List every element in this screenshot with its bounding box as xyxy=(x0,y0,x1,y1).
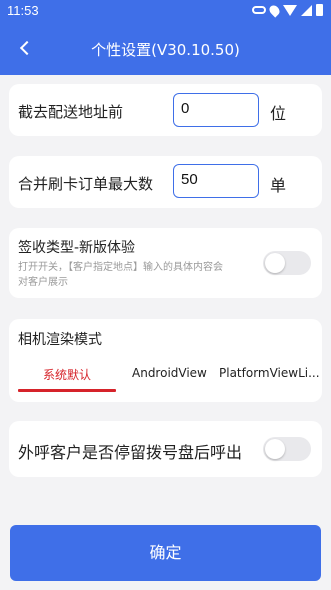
signal-icon xyxy=(301,4,312,16)
header-bar: 11:53 个性设置(V30.10.50) xyxy=(0,0,331,75)
wifi-icon xyxy=(283,4,297,16)
outbound-call-toggle[interactable] xyxy=(263,437,311,461)
battery-icon xyxy=(316,4,323,16)
confirm-button[interactable]: 确定 xyxy=(10,525,321,581)
location-icon xyxy=(267,2,282,18)
tab-platform-view[interactable]: PlatformViewLi... xyxy=(219,366,322,380)
merge-orders-unit: 单 xyxy=(270,176,287,195)
merge-orders-label: 合并刷卡订单最大数 xyxy=(18,175,154,193)
toggle-knob xyxy=(265,253,285,273)
merge-orders-card: 合并刷卡订单最大数 50 单 xyxy=(9,156,322,208)
outbound-call-card: 外呼客户是否停留拨号盘后呼出 xyxy=(9,421,322,477)
status-time: 11:53 xyxy=(7,3,39,18)
tab-android-view[interactable]: AndroidView xyxy=(132,366,207,380)
active-tab-indicator xyxy=(18,389,116,392)
page-title: 个性设置(V30.10.50) xyxy=(91,41,240,59)
camera-render-card: 相机渲染模式 系统默认 AndroidView PlatformViewLi..… xyxy=(9,319,322,402)
tab-system-default[interactable]: 系统默认 xyxy=(43,366,91,383)
status-bar: 11:53 xyxy=(0,0,331,24)
outbound-call-label: 外呼客户是否停留拨号盘后呼出 xyxy=(18,443,243,462)
key-icon xyxy=(252,6,266,14)
truncate-address-card: 截去配送地址前 0 位 xyxy=(9,84,322,136)
nav-bar: 个性设置(V30.10.50) xyxy=(0,24,331,75)
truncate-address-unit: 位 xyxy=(270,104,287,123)
sign-type-description: 打开开关，【客户指定地点】输入的具体内容会对客户展示 xyxy=(18,262,223,288)
status-icons xyxy=(252,2,323,18)
truncate-address-input[interactable]: 0 xyxy=(173,93,259,127)
sign-type-toggle[interactable] xyxy=(263,251,311,275)
sign-type-title: 签收类型-新版体验 xyxy=(18,240,136,256)
truncate-address-label: 截去配送地址前 xyxy=(18,103,124,121)
camera-render-title: 相机渲染模式 xyxy=(18,332,102,348)
toggle-knob xyxy=(265,439,285,459)
merge-orders-input[interactable]: 50 xyxy=(173,164,259,198)
sign-type-card: 签收类型-新版体验 打开开关，【客户指定地点】输入的具体内容会对客户展示 xyxy=(9,228,322,298)
